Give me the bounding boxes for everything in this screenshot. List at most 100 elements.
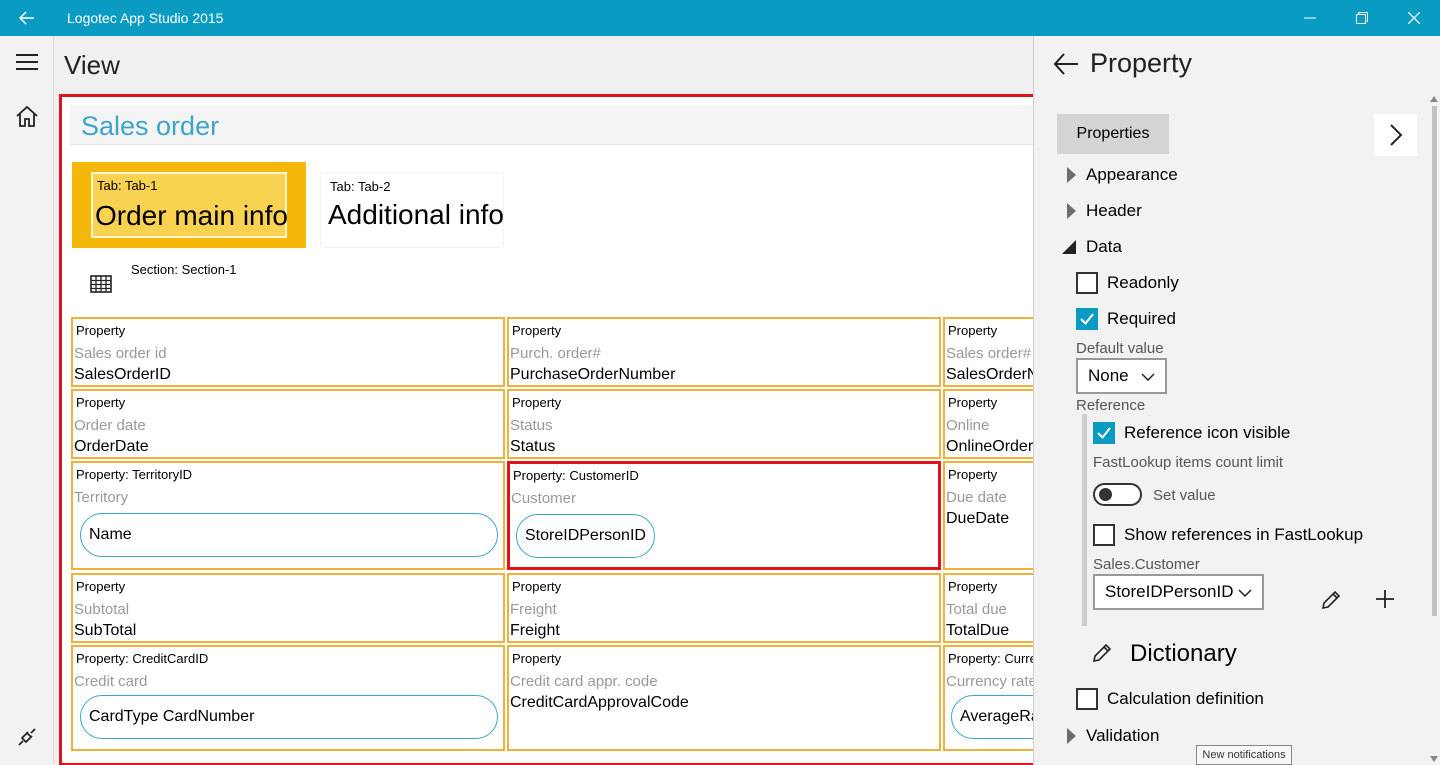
field-cell[interactable]: Property Sales order# SalesOrderN [943,317,1033,387]
reference-icon-visible-label: Reference icon visible [1124,423,1291,442]
connect-button[interactable] [0,715,54,759]
cell-caption: Property [948,323,998,338]
home-button[interactable] [0,94,54,138]
next-button[interactable] [1374,114,1417,156]
group-validation[interactable]: Validation [1086,726,1159,746]
expand-header-icon[interactable] [1067,203,1076,219]
panel-back-arrow-icon[interactable] [1052,50,1080,78]
cell-value: Freight [510,622,560,639]
property-panel: Property Properties Appearance Header Da… [1033,36,1440,765]
restore-button[interactable] [1334,0,1390,36]
notification-tooltip: New notifications [1196,745,1292,765]
field-cell[interactable]: Property: Curre Currency rate AverageRa [943,645,1033,751]
cell-label: Credit card [74,673,148,690]
back-button[interactable] [0,0,54,36]
cell-caption: Property [76,579,126,594]
dropdown-value: None [1088,366,1129,385]
minimize-button[interactable] [1282,0,1338,36]
lookup-pill[interactable]: Name [80,513,498,557]
cell-caption: Property [512,579,562,594]
collapse-data-icon[interactable] [1062,240,1076,254]
field-cell[interactable]: Property Online OnlineOrder [943,389,1033,459]
expand-validation-icon[interactable] [1067,728,1076,744]
panel-scrollbar[interactable] [1427,96,1440,765]
field-cell[interactable]: Property Sales order id SalesOrderID [71,317,505,387]
tab-name: Additional info [328,199,504,230]
form-title: Sales order [81,111,220,141]
form-title-bar: Sales order [70,105,1033,145]
field-cell[interactable]: Property Purch. order# PurchaseOrderNumb… [507,317,941,387]
cell-caption: Property [512,395,562,410]
field-cell[interactable]: Property Total due TotalDue [943,573,1033,643]
scroll-thumb[interactable] [1432,106,1437,616]
field-cell[interactable]: Property Status Status [507,389,941,459]
cell-caption: Property: CreditCardID [76,651,209,666]
edit-icon[interactable] [1320,589,1342,611]
close-icon [1408,12,1420,24]
lookup-pill[interactable]: AverageRa [951,695,1033,739]
set-value-toggle[interactable] [1093,483,1142,506]
cell-label: Due date [946,489,1007,506]
default-value-dropdown[interactable]: None [1076,358,1167,394]
cell-label: Territory [74,489,129,506]
checkmark-icon [1080,313,1094,326]
field-cell[interactable]: Property Order date OrderDate [71,389,505,459]
field-cell[interactable]: Property Due date DueDate [943,461,1033,570]
view-title: View [64,50,120,80]
edit-dictionary-icon[interactable] [1091,642,1113,664]
tab-additional-info[interactable]: Tab: Tab-2 Additional info [320,172,504,248]
readonly-checkbox[interactable] [1076,272,1098,294]
reference-icon-visible-checkbox[interactable] [1093,422,1115,444]
toggle-knob [1099,488,1112,501]
field-cell-selected[interactable]: Property: CustomerID Customer StoreIDPer… [507,461,941,570]
field-cell[interactable]: Property Subtotal SubTotal [71,573,505,643]
close-button[interactable] [1386,0,1440,36]
ref-field-dropdown[interactable]: StoreIDPersonID [1093,574,1264,610]
expand-appearance-icon[interactable] [1067,167,1076,183]
tab-caption: Tab: Tab-2 [330,179,391,194]
scroll-down-icon[interactable] [1430,756,1438,762]
calc-definition-checkbox[interactable] [1076,688,1098,710]
field-cell[interactable]: Property Credit card appr. code CreditCa… [507,645,941,751]
lookup-pill[interactable]: CardType CardNumber [80,695,498,739]
cell-label: Status [510,417,553,434]
cell-label: Online [946,417,990,434]
field-cell[interactable]: Property Freight Freight [507,573,941,643]
tab-caption: Tab: Tab-1 [97,178,158,193]
grid-icon [90,275,112,293]
hamburger-button[interactable] [0,40,54,84]
cell-value: PurchaseOrderNumber [510,366,676,383]
add-icon[interactable] [1375,589,1395,609]
cell-label: Order date [74,417,146,434]
form-canvas: Sales order Tab: Tab-1 Order main info T… [59,94,1033,765]
back-arrow-icon [19,11,34,25]
cell-label: Currency rate [946,673,1033,690]
chevron-down-icon [1238,589,1252,597]
cell-caption: Property [76,323,126,338]
cell-caption: Property [512,651,562,666]
field-cell[interactable]: Property: CreditCardID Credit card CardT… [71,645,505,751]
reference-label: Reference [1076,397,1146,414]
cell-label: Total due [946,601,1007,618]
cell-label: Freight [510,601,557,618]
cell-label: Customer [511,490,577,507]
scroll-up-icon[interactable] [1430,96,1438,102]
required-checkbox[interactable] [1076,308,1098,330]
dictionary-label[interactable]: Dictionary [1130,640,1237,668]
dropdown-value: StoreIDPersonID [1105,582,1234,601]
cell-value: CreditCardApprovalCode [510,694,689,711]
calc-definition-label: Calculation definition [1107,689,1264,708]
group-appearance[interactable]: Appearance [1086,165,1178,185]
field-cell[interactable]: Property: TerritoryID Territory Name [71,461,505,570]
main-area: View Sales order Tab: Tab-1 Order main i… [54,36,1033,765]
minimize-icon [1304,17,1316,19]
tab-order-main-info[interactable]: Tab: Tab-1 Order main info [72,162,306,248]
group-data[interactable]: Data [1086,237,1122,257]
left-nav [0,36,54,765]
tab-properties[interactable]: Properties [1057,114,1169,154]
restore-icon [1356,12,1368,24]
show-references-checkbox[interactable] [1093,524,1115,546]
tab-name: Order main info [95,200,288,231]
lookup-pill[interactable]: StoreIDPersonID [516,514,655,558]
group-header[interactable]: Header [1086,201,1142,221]
